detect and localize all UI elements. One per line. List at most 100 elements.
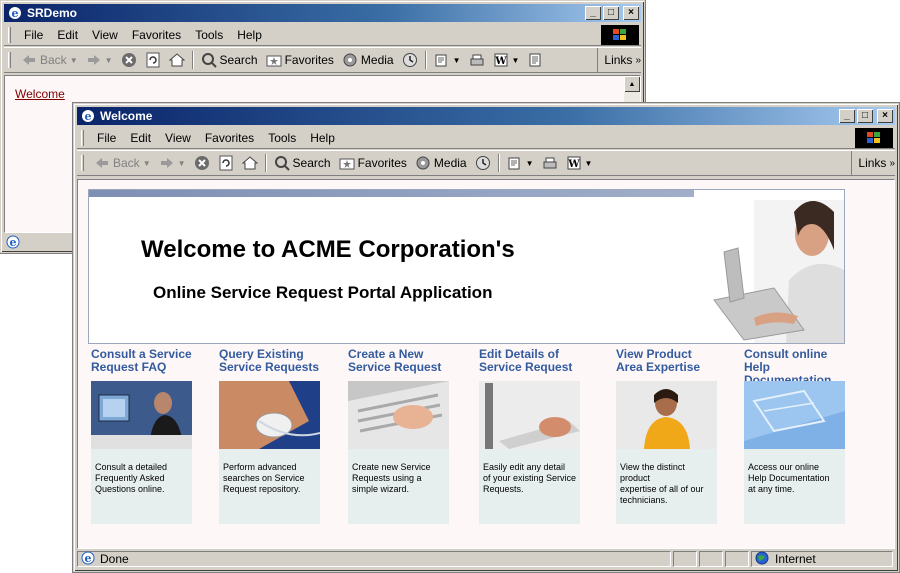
minimize-icon[interactable]: _ xyxy=(585,6,601,20)
chevron-down-icon[interactable]: ▼ xyxy=(70,56,78,65)
menu-edit[interactable]: Edit xyxy=(123,131,158,145)
stop-icon xyxy=(121,52,137,68)
stop-button[interactable] xyxy=(117,52,141,68)
card-expertise[interactable]: View Product Area Expertise View the dist… xyxy=(616,348,717,524)
menubar: File Edit View Favorites Tools Help xyxy=(4,24,641,46)
status-text: Done xyxy=(100,552,129,566)
maximize-icon[interactable]: □ xyxy=(857,109,873,123)
card-edit[interactable]: Edit Details of Service Request Easily ed… xyxy=(479,348,580,524)
chevron-down-icon[interactable]: ▼ xyxy=(105,56,113,65)
card-title[interactable]: Edit Details of Service Request xyxy=(479,348,580,378)
welcome-link[interactable]: Welcome xyxy=(15,87,65,101)
close-icon[interactable]: × xyxy=(877,109,893,123)
print-button[interactable] xyxy=(465,52,489,68)
home-button[interactable] xyxy=(165,52,189,68)
close-icon[interactable]: × xyxy=(623,6,639,20)
menu-help[interactable]: Help xyxy=(303,131,342,145)
discuss-button[interactable] xyxy=(523,52,547,68)
stop-button[interactable] xyxy=(190,155,214,171)
search-button[interactable]: Search xyxy=(270,155,335,171)
edit-button[interactable]: W ▼ xyxy=(562,155,597,171)
welcome-titlebar[interactable]: e Welcome _ □ × xyxy=(77,107,895,125)
chevron-down-icon[interactable]: ▼ xyxy=(178,159,186,168)
refresh-button[interactable] xyxy=(214,155,238,171)
card-title[interactable]: Consult online Help Documentation xyxy=(744,348,854,387)
menu-tools[interactable]: Tools xyxy=(261,131,303,145)
media-button[interactable]: Media xyxy=(411,155,471,171)
zone-label: Internet xyxy=(775,552,816,566)
edit-button[interactable]: W ▼ xyxy=(489,52,524,68)
edit-image xyxy=(479,381,580,449)
card-create[interactable]: Create a New Service Request Create new S… xyxy=(348,348,449,524)
forward-button[interactable]: ▼ xyxy=(155,155,190,171)
media-button[interactable]: Media xyxy=(338,52,398,68)
menu-file[interactable]: File xyxy=(17,28,50,42)
menu-edit[interactable]: Edit xyxy=(50,28,85,42)
window-title: Welcome xyxy=(100,109,153,123)
menu-favorites[interactable]: Favorites xyxy=(125,28,188,42)
create-image xyxy=(348,381,449,449)
links-toolbar[interactable]: Links » xyxy=(597,48,641,72)
chevron-down-icon[interactable]: ▼ xyxy=(512,56,520,65)
history-button[interactable] xyxy=(471,155,495,171)
refresh-button[interactable] xyxy=(141,52,165,68)
mail-button[interactable]: ▼ xyxy=(430,52,465,68)
back-button[interactable]: Back ▼ xyxy=(17,52,82,68)
chevron-down-icon[interactable]: ▼ xyxy=(585,159,593,168)
media-label: Media xyxy=(433,156,467,170)
back-label: Back xyxy=(113,156,140,170)
links-toolbar[interactable]: Links » xyxy=(851,151,895,175)
toolbar-grip[interactable] xyxy=(81,155,84,171)
maximize-icon[interactable]: □ xyxy=(603,6,619,20)
favorites-button[interactable]: Favorites xyxy=(335,155,411,171)
card-help[interactable]: Consult online Help Documentation Access … xyxy=(744,348,845,524)
toolbar-grip[interactable] xyxy=(8,26,11,43)
back-button[interactable]: Back ▼ xyxy=(90,155,155,171)
card-title[interactable]: Query Existing Service Requests xyxy=(219,348,320,378)
toolbar-grip[interactable] xyxy=(81,129,84,146)
card-title[interactable]: Consult a Service Request FAQ xyxy=(91,348,192,378)
history-button[interactable] xyxy=(398,52,422,68)
media-icon xyxy=(342,52,358,68)
menu-file[interactable]: File xyxy=(90,131,123,145)
welcome-window[interactable]: e Welcome _ □ × File Edit View Favorites… xyxy=(73,103,899,572)
chevron-right-icon[interactable]: » xyxy=(635,55,641,66)
toolbar-grip[interactable] xyxy=(8,52,11,68)
menu-view[interactable]: View xyxy=(158,131,198,145)
favorites-icon xyxy=(266,52,282,68)
home-icon xyxy=(168,52,185,68)
windows-logo-icon xyxy=(855,128,893,148)
chevron-down-icon[interactable]: ▼ xyxy=(453,56,461,65)
mail-icon xyxy=(434,52,450,68)
scroll-up-icon[interactable]: ▲ xyxy=(624,76,640,92)
home-button[interactable] xyxy=(238,155,262,171)
search-button[interactable]: Search xyxy=(197,52,262,68)
faq-image xyxy=(91,381,192,449)
card-query[interactable]: Query Existing Service Requests Perform a… xyxy=(219,348,320,524)
svg-text:W: W xyxy=(567,159,580,170)
card-description: Create new Service Requests using a simple… xyxy=(348,449,449,524)
print-button[interactable] xyxy=(538,155,562,171)
expertise-image xyxy=(616,381,717,449)
toolbar-separator xyxy=(424,51,427,69)
refresh-icon xyxy=(218,155,234,171)
chevron-down-icon[interactable]: ▼ xyxy=(526,159,534,168)
menu-favorites[interactable]: Favorites xyxy=(198,131,261,145)
standard-toolbar: Back ▼ ▼ Search Favorites Media ▼ W ▼ Li… xyxy=(4,47,641,73)
card-title[interactable]: View Product Area Expertise xyxy=(616,348,717,378)
forward-button[interactable]: ▼ xyxy=(82,52,117,68)
menu-help[interactable]: Help xyxy=(230,28,269,42)
discuss-icon xyxy=(527,52,543,68)
menu-view[interactable]: View xyxy=(85,28,125,42)
chevron-down-icon[interactable]: ▼ xyxy=(143,159,151,168)
card-title[interactable]: Create a New Service Request xyxy=(348,348,449,378)
menu-tools[interactable]: Tools xyxy=(188,28,230,42)
svg-text:e: e xyxy=(85,552,92,565)
favorites-label: Favorites xyxy=(357,156,407,170)
chevron-right-icon[interactable]: » xyxy=(889,158,895,169)
srdemo-titlebar[interactable]: e SRDemo _ □ × xyxy=(4,4,641,22)
favorites-button[interactable]: Favorites xyxy=(262,52,338,68)
mail-button[interactable]: ▼ xyxy=(503,155,538,171)
card-faq[interactable]: Consult a Service Request FAQ Consult a d… xyxy=(91,348,192,524)
minimize-icon[interactable]: _ xyxy=(839,109,855,123)
